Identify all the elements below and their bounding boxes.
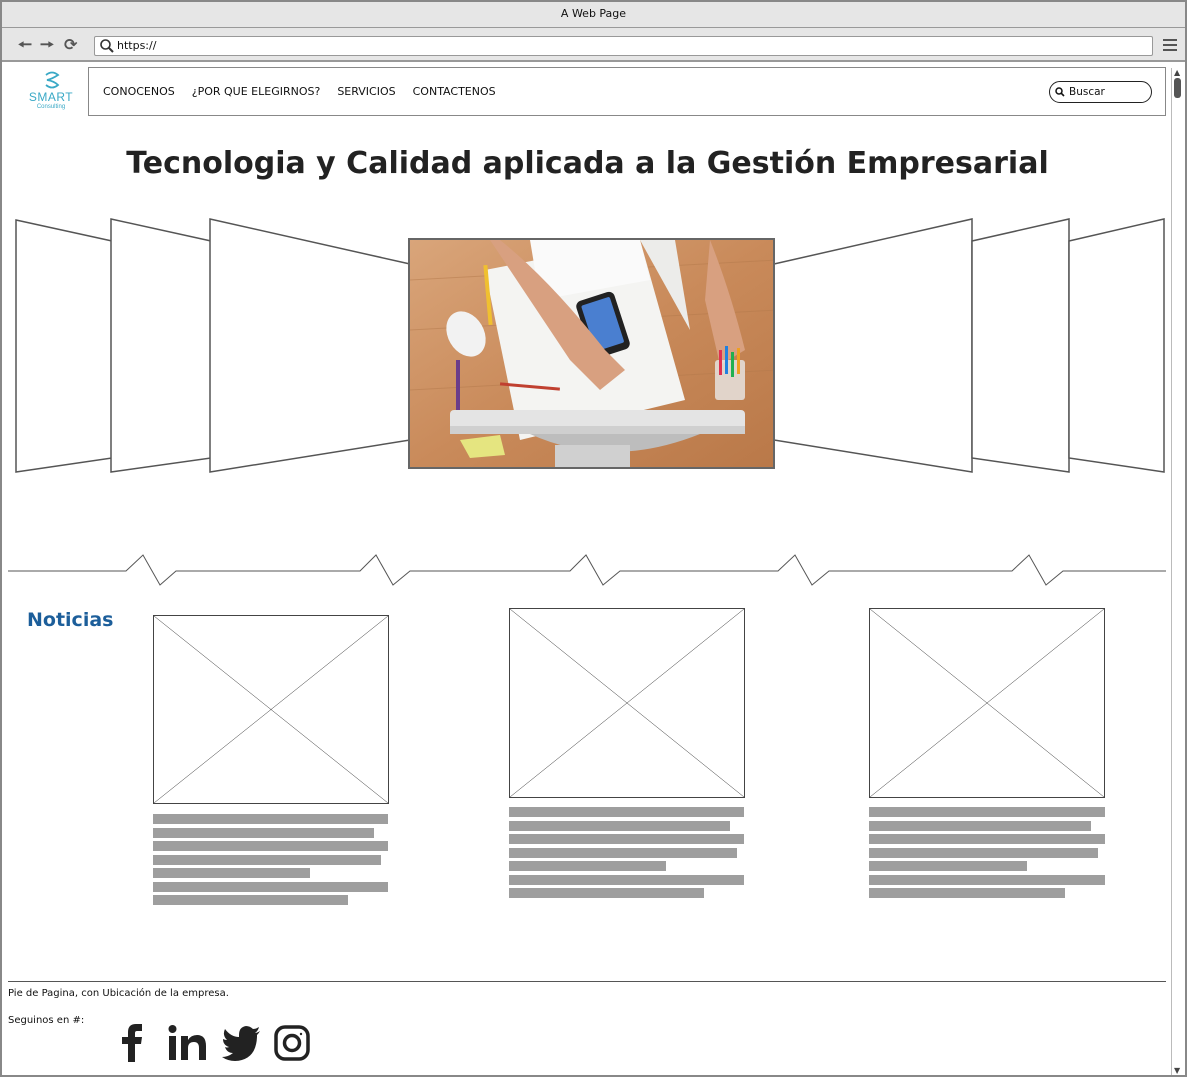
carousel-panel-left-3[interactable] — [209, 218, 411, 473]
placeholder-text-line — [153, 881, 388, 892]
back-arrow-icon[interactable]: 🠔 — [18, 37, 32, 53]
carousel-panel-right-1[interactable] — [1068, 218, 1165, 473]
nav-menu: CONOCENOS ¿POR QUE ELEGIRNOS? SERVICIOS … — [103, 85, 496, 98]
placeholder-text-line — [509, 888, 705, 898]
placeholder-text-line — [153, 895, 349, 905]
url-text: https:// — [117, 39, 157, 52]
nav-item-contactenos[interactable]: CONTACTENOS — [413, 85, 496, 98]
url-bar[interactable]: https:// — [94, 36, 1153, 56]
site-search-input[interactable]: Buscar — [1049, 81, 1152, 103]
placeholder-text-line — [509, 807, 744, 817]
nav-item-por-que-elegirnos[interactable]: ¿POR QUE ELEGIRNOS? — [192, 85, 321, 98]
logo-subtitle: Consulting — [36, 104, 66, 110]
desk-photo — [410, 240, 773, 467]
image-placeholder-icon — [510, 609, 744, 797]
follow-us-label: Seguinos en #: — [8, 1015, 85, 1026]
carousel-panel-right-3[interactable] — [773, 218, 973, 473]
search-icon — [100, 39, 114, 53]
placeholder-text-line — [869, 874, 1105, 885]
search-icon — [1055, 87, 1065, 97]
zigzag-divider — [8, 554, 1166, 586]
placeholder-text-line — [869, 820, 1091, 831]
news-card-2-image[interactable] — [509, 608, 745, 798]
placeholder-text-line — [153, 841, 388, 851]
social-icons — [122, 1024, 310, 1062]
scroll-thumb[interactable] — [1174, 78, 1181, 98]
placeholder-text-line — [869, 807, 1105, 817]
placeholder-text-line — [509, 847, 737, 858]
search-placeholder: Buscar — [1069, 86, 1105, 98]
instagram-icon[interactable] — [274, 1025, 310, 1061]
logo-brand: SMART — [28, 90, 74, 104]
scroll-up-arrow-icon[interactable]: ▲ — [1174, 68, 1180, 77]
nav-item-conocenos[interactable]: CONOCENOS — [103, 85, 175, 98]
site-logo[interactable]: SMART Consulting — [26, 70, 76, 112]
hamburger-menu-icon[interactable] — [1163, 39, 1177, 51]
placeholder-text-line — [509, 834, 744, 844]
hero-headline: Tecnologia y Calidad aplicada a la Gesti… — [126, 146, 1049, 181]
placeholder-text-line — [869, 847, 1098, 858]
twitter-icon[interactable] — [222, 1026, 260, 1061]
carousel-panel-left-1[interactable] — [15, 219, 113, 473]
carousel-panel-right-2[interactable] — [971, 218, 1070, 473]
forward-arrow-icon[interactable]: 🠖 — [40, 37, 54, 53]
placeholder-text-line — [153, 827, 374, 838]
placeholder-text-line — [509, 874, 744, 885]
linkedin-icon[interactable] — [168, 1025, 207, 1060]
window-title: A Web Page — [2, 2, 1185, 28]
footer-divider — [8, 981, 1166, 982]
image-placeholder-icon — [870, 609, 1104, 797]
placeholder-text-line — [509, 861, 667, 871]
placeholder-text-line — [869, 888, 1065, 898]
nav-item-servicios[interactable]: SERVICIOS — [337, 85, 395, 98]
placeholder-text-line — [869, 834, 1105, 844]
news-card-1-image[interactable] — [153, 615, 389, 804]
image-placeholder-icon — [154, 616, 388, 803]
footer-location-text: Pie de Pagina, con Ubicación de la empre… — [8, 988, 229, 999]
scroll-down-arrow-icon[interactable]: ▼ — [1174, 1066, 1180, 1075]
news-card-3-image[interactable] — [869, 608, 1105, 798]
logo-mark-icon — [45, 71, 60, 89]
placeholder-text-line — [869, 861, 1028, 871]
carousel-panel-left-2[interactable] — [110, 218, 212, 473]
placeholder-text-line — [509, 820, 730, 831]
news-heading: Noticias — [27, 609, 114, 631]
news-card-1-text — [153, 814, 388, 909]
browser-toolbar: 🠔 🠖 ⟳ https:// — [2, 28, 1185, 62]
facebook-icon[interactable] — [122, 1024, 142, 1062]
news-card-3-text — [869, 807, 1105, 902]
carousel-active-image[interactable] — [408, 238, 775, 469]
reload-icon[interactable]: ⟳ — [64, 37, 77, 53]
placeholder-text-line — [153, 814, 388, 824]
news-card-2-text — [509, 807, 744, 902]
placeholder-text-line — [153, 868, 311, 878]
placeholder-text-line — [153, 854, 381, 865]
site-navbar: CONOCENOS ¿POR QUE ELEGIRNOS? SERVICIOS … — [88, 67, 1166, 116]
